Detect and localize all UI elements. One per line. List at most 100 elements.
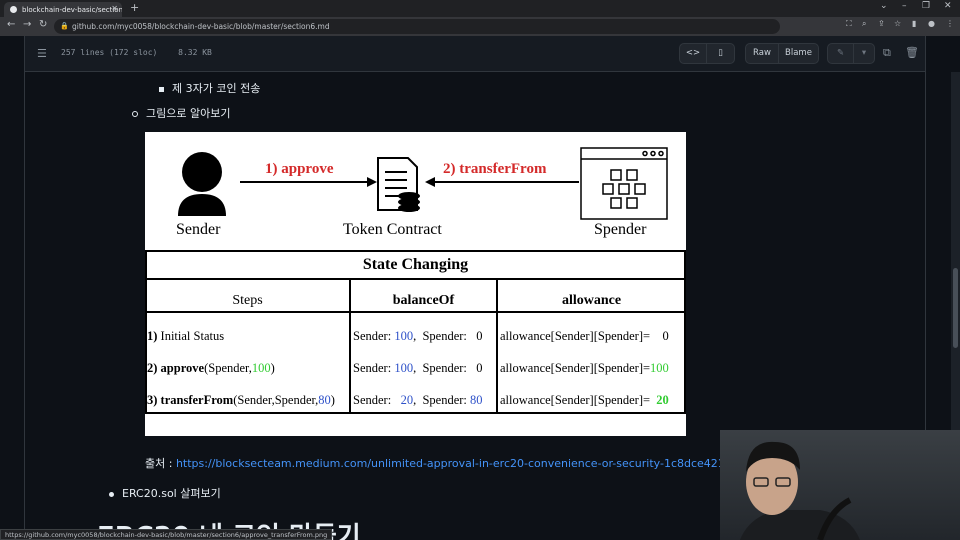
sender-balance: 20 <box>400 393 414 407</box>
spender-balance: 0 <box>476 361 483 375</box>
profile-icon[interactable]: ● <box>928 19 935 28</box>
chevron-down-icon[interactable]: ⌄ <box>880 1 888 11</box>
col-header-balance: balanceOf <box>392 293 455 308</box>
reload-icon[interactable]: ↻ <box>39 19 47 30</box>
back-icon[interactable]: ← <box>7 19 15 30</box>
sender-prefix: Sender: <box>353 329 392 343</box>
token-contract-label: Token Contract <box>343 221 442 238</box>
github-favicon-icon <box>10 6 17 13</box>
table-row: 3) transferFrom(Sender,Spender,80) <box>147 393 335 407</box>
raw-button[interactable]: Raw <box>746 44 779 63</box>
status-bar: https://github.com/myc0058/blockchain-de… <box>0 529 333 540</box>
presenter-video-icon <box>740 441 860 540</box>
search-icon[interactable]: ⌕ <box>862 19 866 29</box>
sender-prefix: Sender: <box>353 393 392 407</box>
step-function: transferFrom <box>160 393 234 407</box>
new-tab-icon[interactable]: + <box>130 1 139 14</box>
diagram-svg <box>145 147 686 414</box>
approve-arrow-label: 1) approve <box>265 161 334 177</box>
edit-group: ✎ ▾ <box>827 43 875 64</box>
close-tab-icon[interactable]: ✕ <box>111 4 118 13</box>
sender-prefix: Sender: <box>353 361 392 375</box>
spender-prefix: Spender: <box>422 361 467 375</box>
step-number: 1) <box>147 329 158 343</box>
col-header-steps: Steps <box>232 293 263 308</box>
col-header-allowance: allowance <box>561 293 622 308</box>
close-window-icon[interactable]: ✕ <box>944 1 952 11</box>
view-toggle: <> ▯ <box>679 43 735 64</box>
spender-balance: 0 <box>476 329 483 343</box>
allowance-cell: allowance[Sender][Spender]=100 <box>500 361 669 376</box>
share-icon[interactable]: ⇪ <box>878 19 885 28</box>
spender-prefix: Spender: <box>422 329 467 343</box>
address-url: github.com/myc0058/blockchain-dev-basic/… <box>72 22 330 31</box>
restore-icon[interactable]: ❐ <box>922 1 930 11</box>
scrollbar-thumb[interactable] <box>953 268 958 348</box>
circle-bullet-icon <box>132 111 138 117</box>
table-row: 1) Initial Status <box>147 329 224 344</box>
translate-icon[interactable]: ⛶ <box>846 19 852 29</box>
list-item-text: 제 3자가 코인 전송 <box>172 82 261 95</box>
allowance-prefix: allowance[Sender][Spender]= <box>500 329 651 343</box>
step-number: 3) <box>147 393 158 407</box>
approve-transferfrom-diagram[interactable]: 1) approve 2) transferFrom Sender Token … <box>145 132 686 436</box>
edit-pencil-icon[interactable]: ✎ <box>828 44 854 63</box>
address-bar[interactable]: 🔒 github.com/myc0058/blockchain-dev-basi… <box>54 19 780 34</box>
edit-dropdown-icon[interactable]: ▾ <box>854 44 874 63</box>
step-function: approve <box>160 361 205 375</box>
allowance-prefix: allowance[Sender][Spender]= <box>500 361 651 375</box>
step-text: (Spender, <box>204 361 252 375</box>
allowance-value: 0 <box>662 329 669 343</box>
sidebar-icon[interactable]: ▮ <box>912 19 916 28</box>
bookmark-star-icon[interactable]: ☆ <box>894 19 901 28</box>
table-title: State Changing <box>362 256 469 273</box>
transferfrom-arrow-label: 2) transferFrom <box>443 161 547 177</box>
list-item: 그림으로 알아보기 <box>132 105 230 121</box>
source-link[interactable]: https://blocksecteam.medium.com/unlimite… <box>176 457 746 470</box>
webcam-overlay <box>720 430 960 540</box>
sender-balance: 100 <box>394 329 414 343</box>
raw-blame-group: Raw Blame <box>745 43 819 64</box>
list-item: 제 3자가 코인 전송 <box>159 80 260 96</box>
browser-tab-strip: blockchain-dev-basic/section6.m ✕ + ⌄ – … <box>0 0 960 17</box>
step-amount: 80 <box>318 393 331 407</box>
source-line: 출처 : https://blocksecteam.medium.com/unl… <box>145 455 746 471</box>
outline-list-icon[interactable]: ☰ <box>37 47 47 60</box>
forward-icon[interactable]: → <box>23 19 31 30</box>
balance-cell: Sender: 100, Spender: 0 <box>353 361 483 375</box>
allowance-prefix: allowance[Sender][Spender]= <box>500 393 651 407</box>
file-meta: 257 lines (172 sloc) 8.32 KB <box>61 48 228 57</box>
file-header: ☰ 257 lines (172 sloc) 8.32 KB <> ▯ Raw Bl… <box>24 36 926 72</box>
step-amount: 100 <box>251 361 271 375</box>
allowance-cell: allowance[Sender][Spender]= 20 <box>500 393 669 408</box>
preview-file-icon[interactable]: ▯ <box>707 44 734 63</box>
person-icon <box>178 152 226 216</box>
copy-icon[interactable]: ⧉ <box>883 46 891 60</box>
spender-prefix: Spender: <box>422 393 467 407</box>
sender-label: Sender <box>176 221 221 238</box>
spender-label: Spender <box>594 221 647 238</box>
delete-trash-icon[interactable]: 🗑 <box>905 46 919 59</box>
allowance-value: 100 <box>650 361 669 375</box>
browser-tab[interactable]: blockchain-dev-basic/section6.m ✕ <box>4 2 122 17</box>
square-bullet-icon <box>159 86 164 92</box>
menu-icon[interactable]: ⋮ <box>946 19 954 28</box>
list-item-text: ERC20.sol 살펴보기 <box>122 487 221 500</box>
file-size: 8.32 KB <box>178 48 212 57</box>
allowance-cell: allowance[Sender][Spender]= 0 <box>500 329 669 344</box>
list-item: ERC20.sol 살펴보기 <box>109 485 221 501</box>
step-text: (Sender,Spender, <box>233 393 319 407</box>
code-view-icon[interactable]: <> <box>680 44 707 63</box>
list-item-text: 그림으로 알아보기 <box>146 107 231 120</box>
source-label: 출처 : <box>145 457 173 470</box>
step-number: 2) <box>147 361 158 375</box>
browser-toolbar: ← → ↻ 🔒 github.com/myc0058/blockchain-de… <box>0 17 960 36</box>
disc-bullet-icon <box>109 491 114 497</box>
blame-button[interactable]: Blame <box>779 44 818 63</box>
sender-balance: 100 <box>394 361 414 375</box>
table-row: 2) approve(Spender,100) <box>147 361 275 375</box>
lock-icon: 🔒 <box>60 22 69 30</box>
minimize-icon[interactable]: – <box>902 1 907 11</box>
balance-cell: Sender: 100, Spender: 0 <box>353 329 483 343</box>
step-text: Initial Status <box>160 329 225 343</box>
